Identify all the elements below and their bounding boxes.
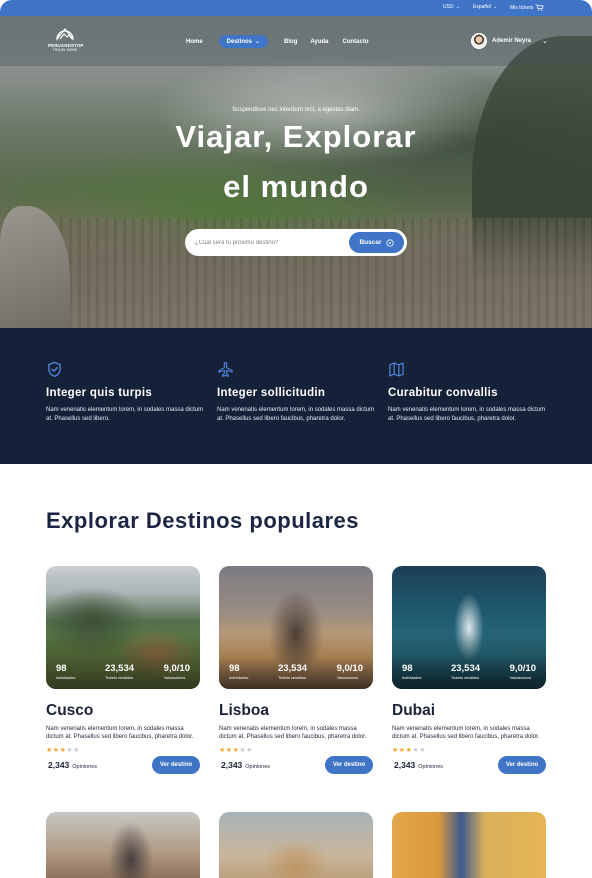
stat-tickets: 23,534 Tickets vendidos bbox=[450, 663, 481, 680]
destination-card-image[interactable] bbox=[219, 812, 373, 878]
destination-card-lisboa: 98 Actividades 23,534 Tickets vendidos 9,0… bbox=[219, 566, 375, 776]
star-icon: ★ bbox=[225, 747, 233, 754]
map-icon bbox=[389, 362, 404, 377]
star-rating: ★★★★★ bbox=[46, 747, 202, 754]
destination-card-image[interactable] bbox=[46, 812, 200, 878]
hero-title-line2: el mundo bbox=[223, 169, 369, 204]
reviews-count: 2,343 Opiniones bbox=[221, 760, 271, 770]
star-icon: ★ bbox=[398, 747, 406, 754]
star-rating: ★★★★★ bbox=[219, 747, 375, 754]
destination-stats: 98 Actividades 23,534 Tickets vendidos 9,0… bbox=[229, 663, 363, 680]
destination-stats: 98 Actividades 23,534 Tickets vendidos 9,0… bbox=[56, 663, 190, 680]
nav-link-contacto[interactable]: Contacto bbox=[343, 39, 369, 45]
destination-name[interactable]: Lisboa bbox=[219, 702, 375, 720]
search-input[interactable] bbox=[195, 236, 345, 249]
main-navigation: PERUANDSTOP TRAVEL MORE Home Destinos ⌄ … bbox=[0, 16, 592, 66]
destination-stats: 98 Actividades 23,534 Tickets vendidos 9,0… bbox=[402, 663, 536, 680]
view-destination-button[interactable]: Ver destino bbox=[325, 756, 373, 774]
chevron-down-icon: ⌄ bbox=[493, 3, 498, 10]
stat-tickets: 23,534 Tickets vendidos bbox=[104, 663, 135, 680]
view-destination-button[interactable]: Ver destino bbox=[152, 756, 200, 774]
star-icon: ★ bbox=[46, 747, 53, 754]
feature-item: Curabitur convallis Nam venenatis elemen… bbox=[388, 361, 548, 423]
hero-subtitle: Suspendisse nec interdum orci, a egestas… bbox=[232, 107, 360, 113]
features-band: Integer quis turpis Nam venenatis elemen… bbox=[0, 328, 592, 464]
chevron-down-icon: ⌄ bbox=[255, 39, 261, 45]
destination-card-image[interactable] bbox=[392, 812, 546, 878]
feature-text: Nam venenatis elementum lorem, in sodale… bbox=[388, 407, 546, 422]
stat-activities: 98 Actividades bbox=[402, 663, 422, 680]
star-icon: ★ bbox=[52, 747, 60, 754]
section-title: Explorar Destinos populares bbox=[46, 508, 360, 533]
language-selector[interactable]: Español ⌄ bbox=[473, 4, 497, 10]
destination-image[interactable]: 98 Actividades 23,534 Tickets vendidos 9,0… bbox=[219, 566, 373, 689]
search-button-label: Buscar bbox=[359, 239, 382, 246]
user-menu[interactable]: Ademir Neyra ⌄ bbox=[471, 33, 548, 49]
cart-icon bbox=[535, 4, 544, 11]
reviews-count: 2,343 Opiniones bbox=[48, 760, 98, 770]
destination-name[interactable]: Cusco bbox=[46, 702, 202, 720]
tickets-link[interactable]: Mis tickets bbox=[510, 4, 544, 11]
compass-icon bbox=[385, 238, 394, 247]
language-label: Español bbox=[473, 4, 492, 10]
destination-image[interactable]: 98 Actividades 23,534 Tickets vendidos 9,0… bbox=[392, 566, 546, 689]
feature-title: Integer quis turpis bbox=[46, 387, 153, 399]
brand-tagline: TRAVEL MORE bbox=[52, 48, 78, 52]
stat-activities: 98 Actividades bbox=[229, 663, 249, 680]
tickets-label: Mis tickets bbox=[510, 4, 534, 11]
destination-description: Nam venenatis elementum lorem, in sodale… bbox=[219, 726, 367, 740]
nav-link-ayuda[interactable]: Ayuda bbox=[310, 39, 328, 45]
currency-selector[interactable]: USD ⌄ bbox=[443, 4, 460, 10]
nav-link-blog[interactable]: Blog bbox=[284, 39, 297, 45]
nav-link-destinos[interactable]: Destinos ⌄ bbox=[218, 35, 269, 48]
view-destination-button[interactable]: Ver destino bbox=[498, 756, 546, 774]
destination-card-cusco: 98 Actividades 23,534 Tickets vendidos 9,0… bbox=[46, 566, 202, 776]
stat-rating: 9,0/10 Valoraciones bbox=[336, 663, 363, 680]
top-utility-bar: USD ⌄ Español ⌄ Mis tickets bbox=[0, 0, 592, 16]
feature-title: Curabitur convallis bbox=[388, 387, 498, 399]
stat-tickets: 23,534 Tickets vendidos bbox=[277, 663, 308, 680]
feature-item: Integer sollicitudin Nam venenatis eleme… bbox=[217, 361, 377, 423]
stat-activities: 98 Actividades bbox=[56, 663, 76, 680]
avatar bbox=[471, 33, 487, 49]
currency-label: USD bbox=[443, 4, 454, 10]
feature-title: Integer sollicitudin bbox=[217, 387, 326, 399]
stat-rating: 9,0/10 Valoraciones bbox=[163, 663, 190, 680]
feature-text: Nam venenatis elementum lorem, in sodale… bbox=[46, 407, 204, 422]
user-name: Ademir Neyra bbox=[492, 38, 532, 44]
destination-description: Nam venenatis elementum lorem, in sodale… bbox=[46, 726, 194, 740]
star-icon: ★ bbox=[246, 747, 253, 754]
chevron-down-icon: ⌄ bbox=[455, 3, 460, 10]
airplane-icon bbox=[218, 361, 233, 377]
shield-check-icon bbox=[48, 361, 61, 378]
destination-search: Buscar bbox=[185, 229, 407, 256]
logo-mountain-icon bbox=[56, 28, 74, 41]
star-icon: ★ bbox=[73, 747, 80, 754]
feature-item: Integer quis turpis Nam venenatis elemen… bbox=[46, 361, 206, 423]
stat-rating: 9,0/10 Valoraciones bbox=[509, 663, 536, 680]
nav-link-home[interactable]: Home bbox=[186, 39, 203, 45]
destination-description: Nam venenatis elementum lorem, in sodale… bbox=[392, 726, 540, 740]
search-button[interactable]: Buscar bbox=[349, 232, 404, 253]
reviews-count: 2,343 Opiniones bbox=[394, 760, 444, 770]
nav-link-destinos-label: Destinos bbox=[226, 38, 253, 45]
destination-name[interactable]: Dubai bbox=[392, 702, 548, 720]
star-icon: ★ bbox=[219, 747, 226, 754]
destination-image[interactable]: 98 Actividades 23,534 Tickets vendidos 9,0… bbox=[46, 566, 200, 689]
nav-links: Home Destinos ⌄ Blog Ayuda Contacto bbox=[186, 35, 369, 48]
hero-title-line1: Viajar, Explorar bbox=[175, 119, 417, 154]
chevron-down-icon: ⌄ bbox=[542, 38, 548, 45]
star-icon: ★ bbox=[392, 747, 399, 754]
star-icon: ★ bbox=[419, 747, 426, 754]
destination-card-dubai: 98 Actividades 23,534 Tickets vendidos 9,0… bbox=[392, 566, 548, 776]
feature-text: Nam venenatis elementum lorem, in sodale… bbox=[217, 407, 375, 422]
brand-logo[interactable]: PERUANDSTOP TRAVEL MORE bbox=[48, 28, 83, 52]
star-rating: ★★★★★ bbox=[392, 747, 548, 754]
